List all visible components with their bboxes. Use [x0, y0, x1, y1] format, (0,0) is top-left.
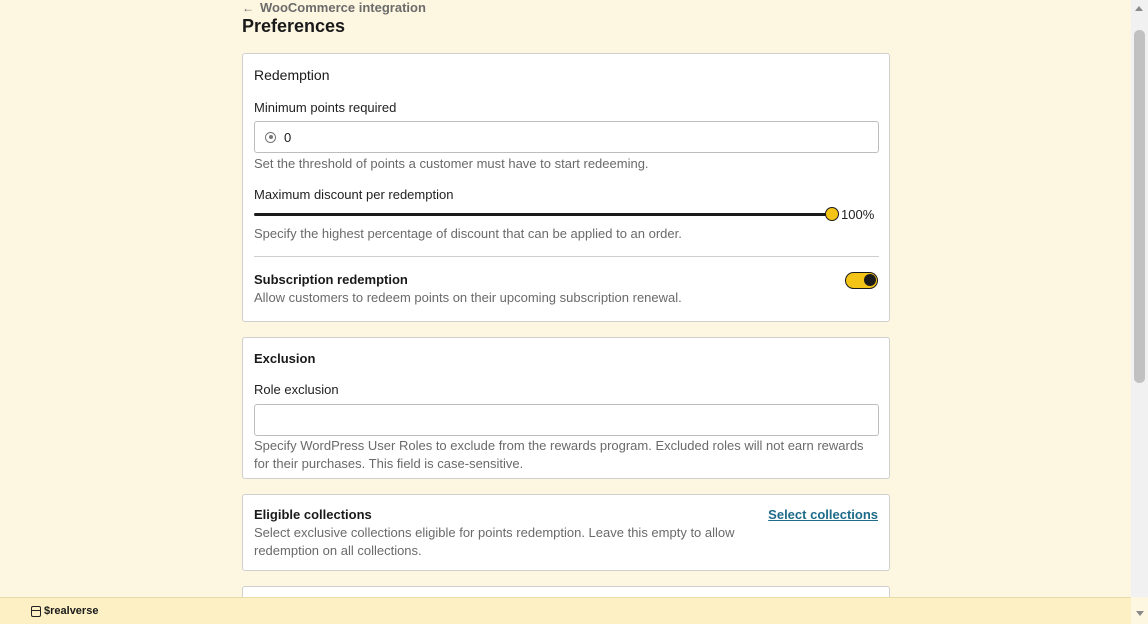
page-title: Preferences — [242, 16, 346, 36]
redemption-card: Redemption Minimum points required 0 Set… — [242, 53, 890, 322]
role-exclusion-help: Specify WordPress User Roles to exclude … — [254, 437, 884, 473]
scroll-thumb[interactable] — [1134, 30, 1145, 383]
subscription-help: Allow customers to redeem points on thei… — [254, 290, 682, 305]
collections-help-line2: redemption on all collections. — [254, 543, 422, 558]
redemption-title: Redemption — [254, 67, 330, 83]
toggle-knob — [864, 274, 876, 286]
exclusion-card: Exclusion Role exclusion Specify WordPre… — [242, 337, 890, 479]
scroll-up-icon[interactable] — [1135, 6, 1143, 11]
page: ← WooCommerce integration Preferences Re… — [0, 0, 1148, 624]
arrow-left-icon: ← — [242, 0, 254, 15]
scroll-down-icon[interactable] — [1136, 611, 1144, 616]
radio-icon — [265, 131, 276, 143]
min-points-label: Minimum points required — [254, 100, 397, 115]
scrollbar[interactable] — [1131, 0, 1148, 597]
subscription-title: Subscription redemption — [254, 272, 408, 287]
collections-title: Eligible collections — [254, 507, 372, 522]
collections-help-line1: Select exclusive collections eligible fo… — [254, 525, 735, 540]
select-collections-link[interactable]: Select collections — [768, 507, 878, 522]
role-exclusion-help-line1: Specify WordPress User Roles to exclude … — [254, 438, 864, 453]
min-points-help: Set the threshold of points a customer m… — [254, 156, 649, 171]
collections-help: Select exclusive collections eligible fo… — [254, 524, 774, 560]
role-exclusion-input[interactable] — [254, 404, 879, 436]
max-discount-label: Maximum discount per redemption — [254, 187, 454, 202]
role-exclusion-label: Role exclusion — [254, 382, 339, 397]
back-link[interactable]: ← WooCommerce integration — [242, 0, 426, 15]
exclusion-title: Exclusion — [254, 351, 316, 366]
max-discount-slider[interactable] — [254, 207, 839, 221]
max-discount-slider-row: 100% — [254, 207, 874, 222]
collections-card: Eligible collections Select collections … — [242, 494, 890, 571]
role-exclusion-help-line2: for their purchases. This field is case-… — [254, 456, 524, 471]
max-discount-value: 100% — [841, 207, 875, 222]
min-points-input[interactable]: 0 — [254, 121, 879, 153]
slider-thumb[interactable] — [825, 207, 839, 221]
back-link-label: WooCommerce integration — [260, 0, 426, 15]
divider — [254, 256, 879, 257]
store-icon — [31, 605, 41, 617]
footer-bar: $realverse — [0, 597, 1131, 624]
subscription-toggle[interactable] — [845, 272, 878, 289]
max-discount-help: Specify the highest percentage of discou… — [254, 226, 682, 241]
min-points-value: 0 — [284, 129, 292, 145]
brand-name[interactable]: $realverse — [44, 605, 98, 617]
